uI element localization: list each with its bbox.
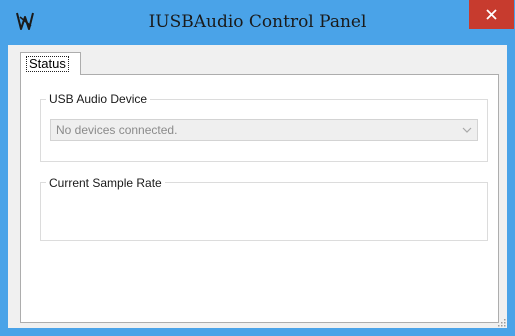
current-sample-rate-label: Current Sample Rate <box>46 176 165 190</box>
title-bar[interactable]: IUSBAudio Control Panel <box>0 0 515 45</box>
close-icon <box>486 9 497 20</box>
usb-device-selected: No devices connected. <box>56 123 178 137</box>
tab-status-label: Status <box>26 56 69 72</box>
tab-status[interactable]: Status <box>20 52 81 75</box>
app-window: IUSBAudio Control Panel Status USB Audio… <box>0 0 515 336</box>
close-button[interactable] <box>469 0 514 29</box>
usb-device-dropdown[interactable]: No devices connected. <box>50 119 478 141</box>
window-title: IUSBAudio Control Panel <box>148 12 367 32</box>
chevron-down-icon <box>462 127 472 133</box>
current-sample-rate-group <box>40 182 488 241</box>
resize-grip-icon[interactable] <box>498 319 506 327</box>
usb-audio-device-label: USB Audio Device <box>46 92 151 106</box>
